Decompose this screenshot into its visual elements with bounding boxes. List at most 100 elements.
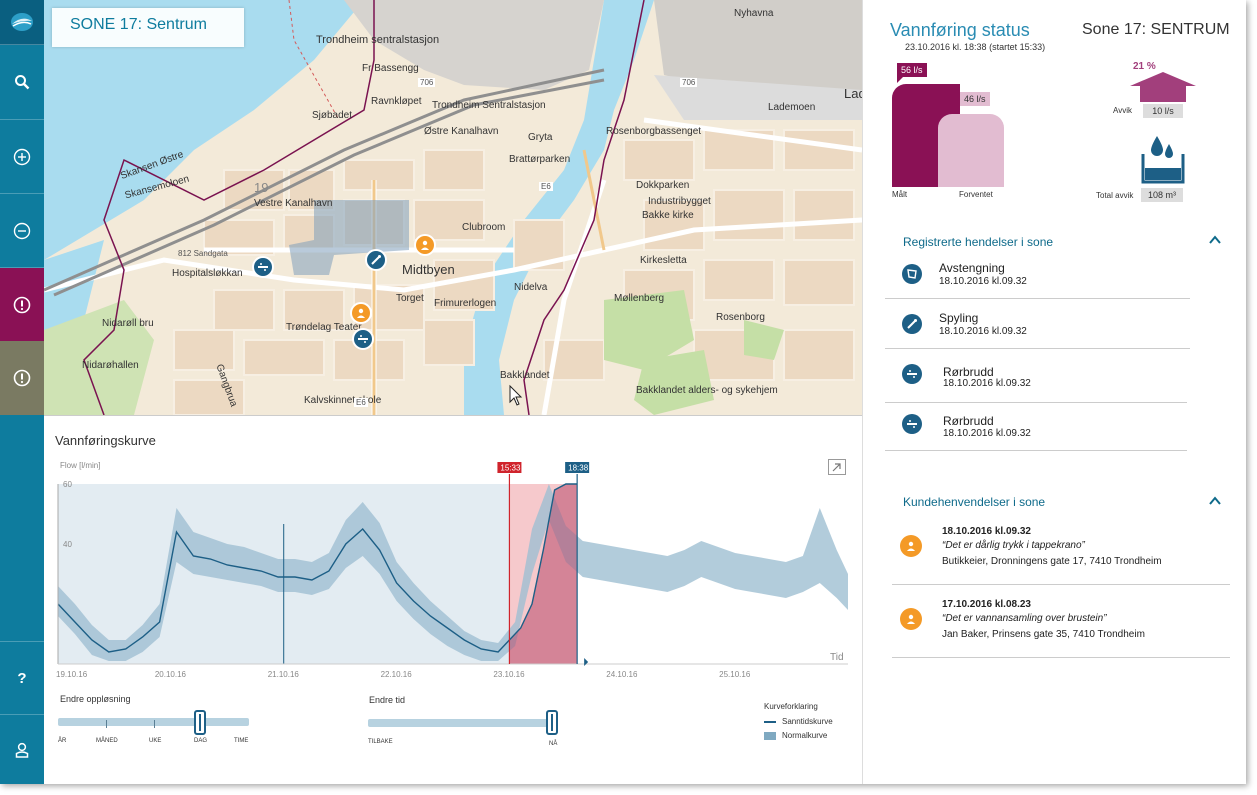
pipe-burst-icon — [902, 364, 922, 384]
time-slider[interactable] — [368, 719, 556, 727]
person-icon — [900, 535, 922, 557]
map-label: Nidelva — [514, 282, 548, 293]
event-date: 18.10.2016 kl.09.32 — [943, 378, 1031, 389]
customer-section-title: Kundehenvendelser i sone — [903, 495, 1046, 509]
expected-label: Forventet — [959, 190, 993, 199]
x-tick-label: 24.10.16 — [606, 670, 638, 679]
status-title: Vannføring status — [890, 20, 1030, 40]
customer-item[interactable]: 17.10.2016 kl.08.23 “Det er vannansamlin… — [892, 595, 1230, 658]
event-date: 18.10.2016 kl.09.32 — [939, 326, 1027, 337]
road-label: 706 — [680, 78, 698, 87]
time-tick: NÅ — [549, 741, 558, 747]
app-window: ? SONE 17: Sentrum Trondheim sentralstas… — [0, 0, 1246, 784]
customer-address: Jan Baker, Prinsens gate 35, 7410 Trondh… — [942, 629, 1145, 640]
zoom-in-icon — [13, 148, 31, 165]
y-tick-label: 40 — [63, 540, 72, 549]
measured-label: Målt — [892, 190, 908, 199]
customer-marker[interactable] — [414, 234, 436, 256]
event-name: Avstengning — [939, 261, 1005, 275]
resolution-tick: UKE — [149, 738, 162, 744]
status-timestamp: 23.10.2016 kl. 18:38 (startet 15:33) — [905, 42, 1046, 52]
event-item[interactable]: Avstengning 18.10.2016 kl.09.32 — [885, 253, 1190, 299]
event-date: 18.10.2016 kl.09.32 — [939, 276, 1027, 287]
map-label: Clubroom — [462, 222, 506, 233]
road-label: E6 — [354, 398, 368, 407]
map-label: Nyhavna — [734, 8, 774, 19]
pipe-burst-marker[interactable] — [352, 328, 374, 350]
event-item[interactable]: Spyling 18.10.2016 kl.09.32 — [885, 303, 1190, 349]
events-section-title: Registrerte hendelser i sone — [903, 235, 1054, 249]
sidebar: ? — [0, 0, 44, 784]
flow-chart-panel: Vannføringskurve Flow [l/min] 40 60 19.10.1… — [44, 415, 862, 784]
valve-icon — [902, 264, 922, 284]
customer-date: 17.10.2016 kl.08.23 — [942, 599, 1031, 610]
y-axis-label: Flow [l/min] — [60, 461, 100, 470]
resolution-tick: MÅNED — [96, 738, 118, 744]
time-label: Endre tid — [369, 695, 406, 705]
person-icon — [421, 240, 429, 250]
map-view[interactable]: SONE 17: Sentrum Trondheim sentralstasjo… — [44, 0, 862, 415]
event-item[interactable]: Rørbrudd 18.10.2016 kl.09.32 — [885, 353, 1187, 403]
alerts-button[interactable] — [0, 341, 44, 415]
map-label: Trondheim sentralstasjon — [316, 34, 440, 46]
person-icon — [357, 308, 365, 318]
map-label: Industribygget — [648, 196, 711, 207]
map-label: Nidarøll bru — [102, 318, 154, 329]
x-tick-label: 25.10.16 — [719, 670, 751, 679]
map-label: Lad — [844, 86, 862, 101]
flush-marker[interactable] — [365, 249, 387, 271]
map-label: Bakklandet alders- og sykehjem — [636, 385, 778, 396]
search-button[interactable] — [0, 45, 44, 120]
x-tick-label: 21.10.16 — [268, 670, 300, 679]
legend-label: Normalkurve — [782, 731, 828, 740]
user-icon — [15, 742, 29, 758]
chevron-up-icon — [1209, 235, 1221, 244]
resolution-slider-handle[interactable] — [194, 710, 206, 735]
map-label: Ravnkløpet — [371, 96, 422, 107]
event-name: Rørbrudd — [943, 414, 994, 428]
resolution-tick: ÅR — [58, 738, 67, 744]
deviation-value: 10 l/s — [1143, 104, 1183, 118]
status-panel: Vannføring status Sone 17: SENTRUM 23.10… — [862, 0, 1246, 784]
road-label: E6 — [539, 182, 553, 191]
map-label: Trøndelag Teater — [286, 322, 362, 333]
water-tank-icon — [1141, 136, 1185, 184]
customer-item[interactable]: 18.10.2016 kl.09.32 “Det er dårlig trykk… — [892, 522, 1230, 585]
customer-marker[interactable] — [350, 302, 372, 324]
expected-value: 46 l/s — [960, 92, 990, 106]
map-label: Sjøbadet — [312, 110, 353, 121]
flush-icon — [371, 255, 381, 265]
map-label: Møllenberg — [614, 293, 665, 304]
customer-quote: “Det er vannansamling over brustein” — [942, 613, 1107, 624]
alerts-active-button[interactable] — [0, 268, 44, 341]
person-icon — [900, 608, 922, 630]
map-label: Kirkesletta — [640, 255, 687, 266]
map-label: Nidarøhallen — [82, 360, 139, 371]
flow-chart[interactable]: Flow [l/min] 40 60 19.10.16 20.10.16 21.10.16… — [44, 416, 862, 686]
zoom-out-button[interactable] — [0, 194, 44, 268]
help-button[interactable]: ? — [0, 641, 44, 715]
expand-button[interactable] — [828, 459, 846, 475]
map-label: Kalvskinnet skole — [304, 395, 382, 406]
customer-address: Butikkeier, Dronningens gate 17, 7410 Tr… — [942, 556, 1162, 567]
pipe-burst-marker[interactable] — [252, 256, 274, 278]
legend-swatch — [764, 720, 776, 723]
legend-label: Sanntidskurve — [782, 717, 833, 726]
resolution-tick: DAG — [194, 738, 208, 744]
alert-icon — [13, 369, 31, 387]
events-collapse-button[interactable] — [1209, 234, 1221, 248]
time-slider-handle[interactable] — [546, 710, 558, 735]
expected-bar — [938, 114, 1004, 187]
map-label: Frimurerlogen — [434, 298, 497, 309]
expand-icon — [832, 463, 841, 472]
user-button[interactable] — [0, 715, 44, 784]
legend-title: Kurveforklaring — [764, 702, 818, 711]
logo-icon[interactable] — [0, 0, 44, 45]
customer-collapse-button[interactable] — [1209, 495, 1221, 509]
zoom-in-button[interactable] — [0, 120, 44, 194]
zone-number-label: 19 — [254, 180, 269, 195]
map-label: Rosenborgbassenget — [606, 126, 702, 137]
time-marker-label: 18:38 — [568, 464, 589, 473]
event-item[interactable]: Rørbrudd 18.10.2016 kl.09.32 — [885, 403, 1187, 451]
map-label: Midtbyen — [402, 262, 455, 277]
